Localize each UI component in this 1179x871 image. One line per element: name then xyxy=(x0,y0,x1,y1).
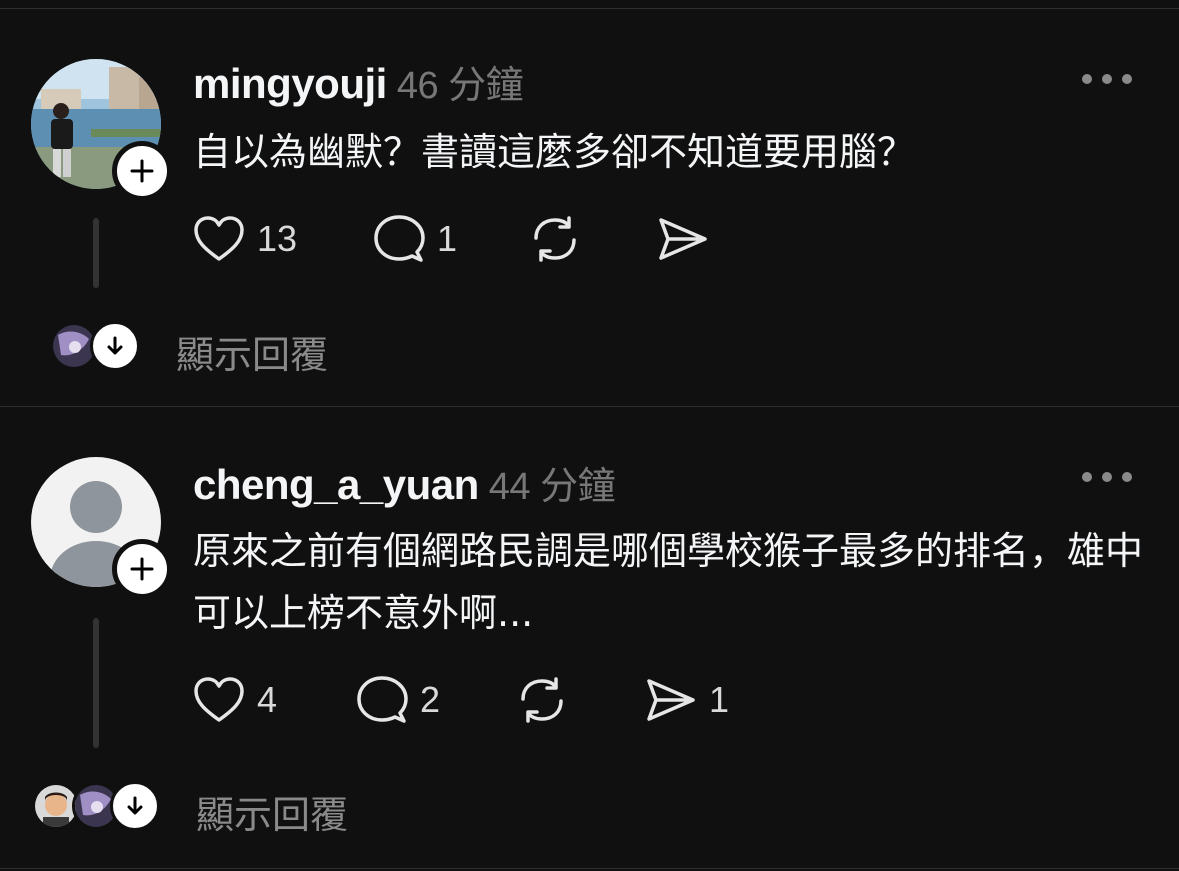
more-horizontal-icon xyxy=(1082,472,1092,482)
comment-count: 2 xyxy=(420,679,441,720)
thread-line xyxy=(93,618,99,748)
like-count: 4 xyxy=(257,679,278,720)
show-replies-label[interactable]: 顯示回覆 xyxy=(196,784,348,839)
bottom-divider xyxy=(0,868,1179,869)
post-text: 原來之前有個網路民調是哪個學校猴子最多的排名，雄中可以上榜不意外啊... xyxy=(193,529,1144,635)
share-count: 1 xyxy=(709,679,730,720)
like-button[interactable]: 4 xyxy=(193,673,277,727)
repost-icon xyxy=(521,677,563,723)
username[interactable]: cheng_a_yuan xyxy=(193,461,479,508)
more-dot xyxy=(1102,472,1112,482)
arrow-down-icon xyxy=(127,796,143,815)
repost-button[interactable] xyxy=(515,673,569,727)
speech-bubble-icon xyxy=(357,676,408,723)
more-dot xyxy=(1122,472,1132,482)
memoji-avatar-icon xyxy=(35,785,77,827)
show-replies-row[interactable]: 顯示回覆 xyxy=(0,778,400,838)
post-cheng-a-yuan[interactable]: cheng_a_yuan 44 分鐘 原來之前有個網路民調是哪個學校猴子最多的排名… xyxy=(0,0,1179,871)
more-options-button[interactable] xyxy=(1082,469,1132,485)
comment-button[interactable]: 2 xyxy=(356,673,440,727)
post-header: cheng_a_yuan 44 分鐘 xyxy=(193,455,616,510)
share-button[interactable]: 1 xyxy=(643,673,729,727)
expand-replies-button[interactable] xyxy=(110,781,160,831)
plus-icon xyxy=(130,557,154,581)
follow-button[interactable] xyxy=(112,539,172,599)
timestamp: 44 分鐘 xyxy=(488,466,616,508)
heart-icon xyxy=(194,677,244,722)
send-icon xyxy=(647,679,695,721)
